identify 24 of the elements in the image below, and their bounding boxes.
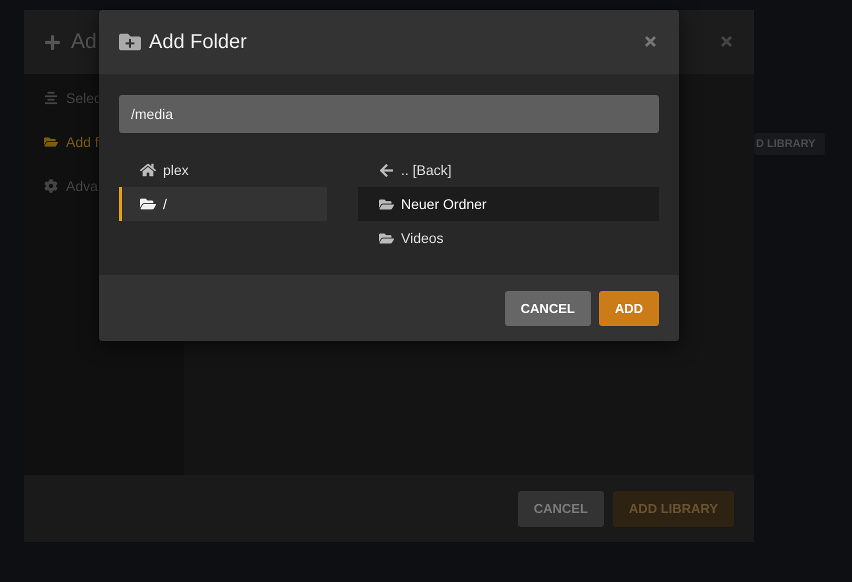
folder-entry[interactable]: Videos [358,221,659,255]
cancel-button[interactable]: CANCEL [518,490,604,526]
place-item[interactable]: / [119,187,327,221]
folder-entry[interactable]: Neuer Ordner [358,187,659,221]
folder-entry[interactable]: .. [Back] [358,153,659,187]
sidebar-item[interactable]: Add f [66,134,99,150]
close-icon[interactable] [719,34,734,49]
cancel-button[interactable]: CANCEL [504,290,591,326]
folder-plus-icon [119,31,141,53]
folder-icon [140,196,156,212]
add-button[interactable]: ADD [598,290,659,326]
folder-icon [379,196,394,212]
dialog-title: Ad [71,30,97,54]
close-icon[interactable] [643,34,658,49]
dialog-title: Add Folder [149,30,247,54]
folder-icon [379,230,394,246]
gear-icon [44,179,58,193]
folder-icon [44,135,58,149]
list-icon [44,91,58,105]
arrow-left-icon [379,162,394,178]
home-icon [140,162,156,178]
plus-icon [44,34,61,50]
path-field[interactable]: /media [119,95,659,133]
place-item[interactable]: plex [119,153,327,187]
